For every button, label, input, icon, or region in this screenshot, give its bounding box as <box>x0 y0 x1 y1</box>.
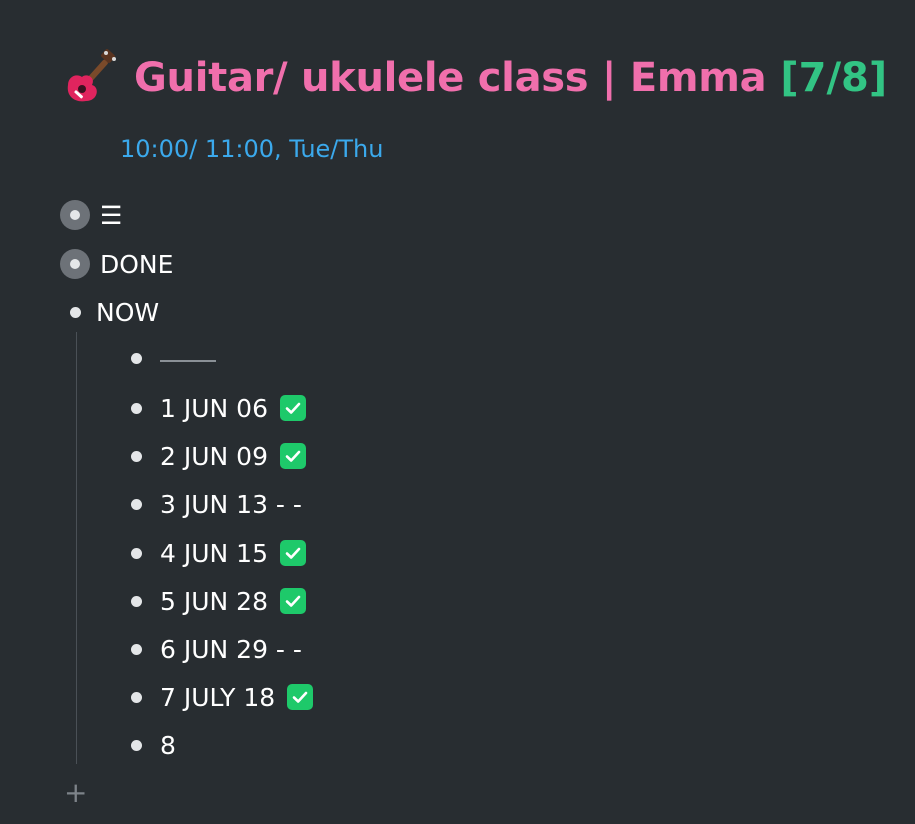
check-mark-icon <box>279 395 306 421</box>
schedule-text: 10:00/ 11:00, Tue/Thu <box>120 135 384 163</box>
bullet-icon[interactable] <box>70 306 81 318</box>
bullet-icon[interactable] <box>131 547 142 559</box>
bullet-icon[interactable] <box>131 643 142 655</box>
indent-guide <box>76 332 77 764</box>
page: Guitar/ ukulele class | Emma [7/8] 10:00… <box>0 0 915 824</box>
list-item[interactable]: 6 JUN 29 - - <box>131 629 302 669</box>
check-mark-icon <box>279 588 306 614</box>
list-item[interactable]: 1 JUN 06 <box>131 388 306 428</box>
page-title: Guitar/ ukulele class | Emma [7/8] <box>62 48 887 108</box>
list-item[interactable]: 5 JUN 28 <box>131 581 306 621</box>
bullet-icon[interactable] <box>131 739 142 751</box>
list-item-label: ☰ <box>100 200 123 230</box>
collapsed-bullet-icon[interactable] <box>60 249 90 279</box>
list-item-menu[interactable]: ☰ <box>60 195 122 235</box>
list-item[interactable]: 2 JUN 09 <box>131 436 306 476</box>
bullet-icon[interactable] <box>131 402 142 414</box>
list-item-label: 3 JUN 13 - - <box>160 489 302 519</box>
list-item-label: 2 JUN 09 <box>160 441 268 471</box>
list-item-separator[interactable] <box>131 338 216 378</box>
collapsed-bullet-icon[interactable] <box>60 200 90 230</box>
progress-count: [7/8] <box>780 55 888 101</box>
list-item-label: 6 JUN 29 - - <box>160 634 302 664</box>
list-item[interactable]: 8 <box>131 725 176 765</box>
check-mark-icon <box>279 540 306 566</box>
list-item-label: 1 JUN 06 <box>160 393 268 423</box>
bullet-icon[interactable] <box>131 352 142 364</box>
list-item-label: 7 JULY 18 <box>160 682 276 712</box>
bullet-icon[interactable] <box>131 450 142 462</box>
bullet-icon[interactable] <box>131 498 142 510</box>
list-item[interactable]: 4 JUN 15 <box>131 533 306 573</box>
list-item-done[interactable]: DONE <box>60 244 173 284</box>
list-item-label: NOW <box>96 297 160 327</box>
guitar-icon <box>62 49 120 107</box>
bullet-icon[interactable] <box>131 691 142 703</box>
list-item-label: 5 JUN 28 <box>160 586 268 616</box>
title-text: Guitar/ ukulele class | Emma <box>134 55 767 101</box>
check-mark-icon <box>279 443 306 469</box>
list-item[interactable]: 3 JUN 13 - - <box>131 484 302 524</box>
list-item-label: 8 <box>160 730 176 760</box>
check-mark-icon <box>287 684 314 710</box>
list-item[interactable]: 7 JULY 18 <box>131 677 314 717</box>
add-block-button[interactable]: + <box>64 778 87 808</box>
horizontal-rule <box>160 360 216 362</box>
list-item-label: DONE <box>100 249 174 279</box>
bullet-icon[interactable] <box>131 595 142 607</box>
list-item-label: 4 JUN 15 <box>160 538 268 568</box>
list-item-now[interactable]: NOW <box>70 292 159 332</box>
